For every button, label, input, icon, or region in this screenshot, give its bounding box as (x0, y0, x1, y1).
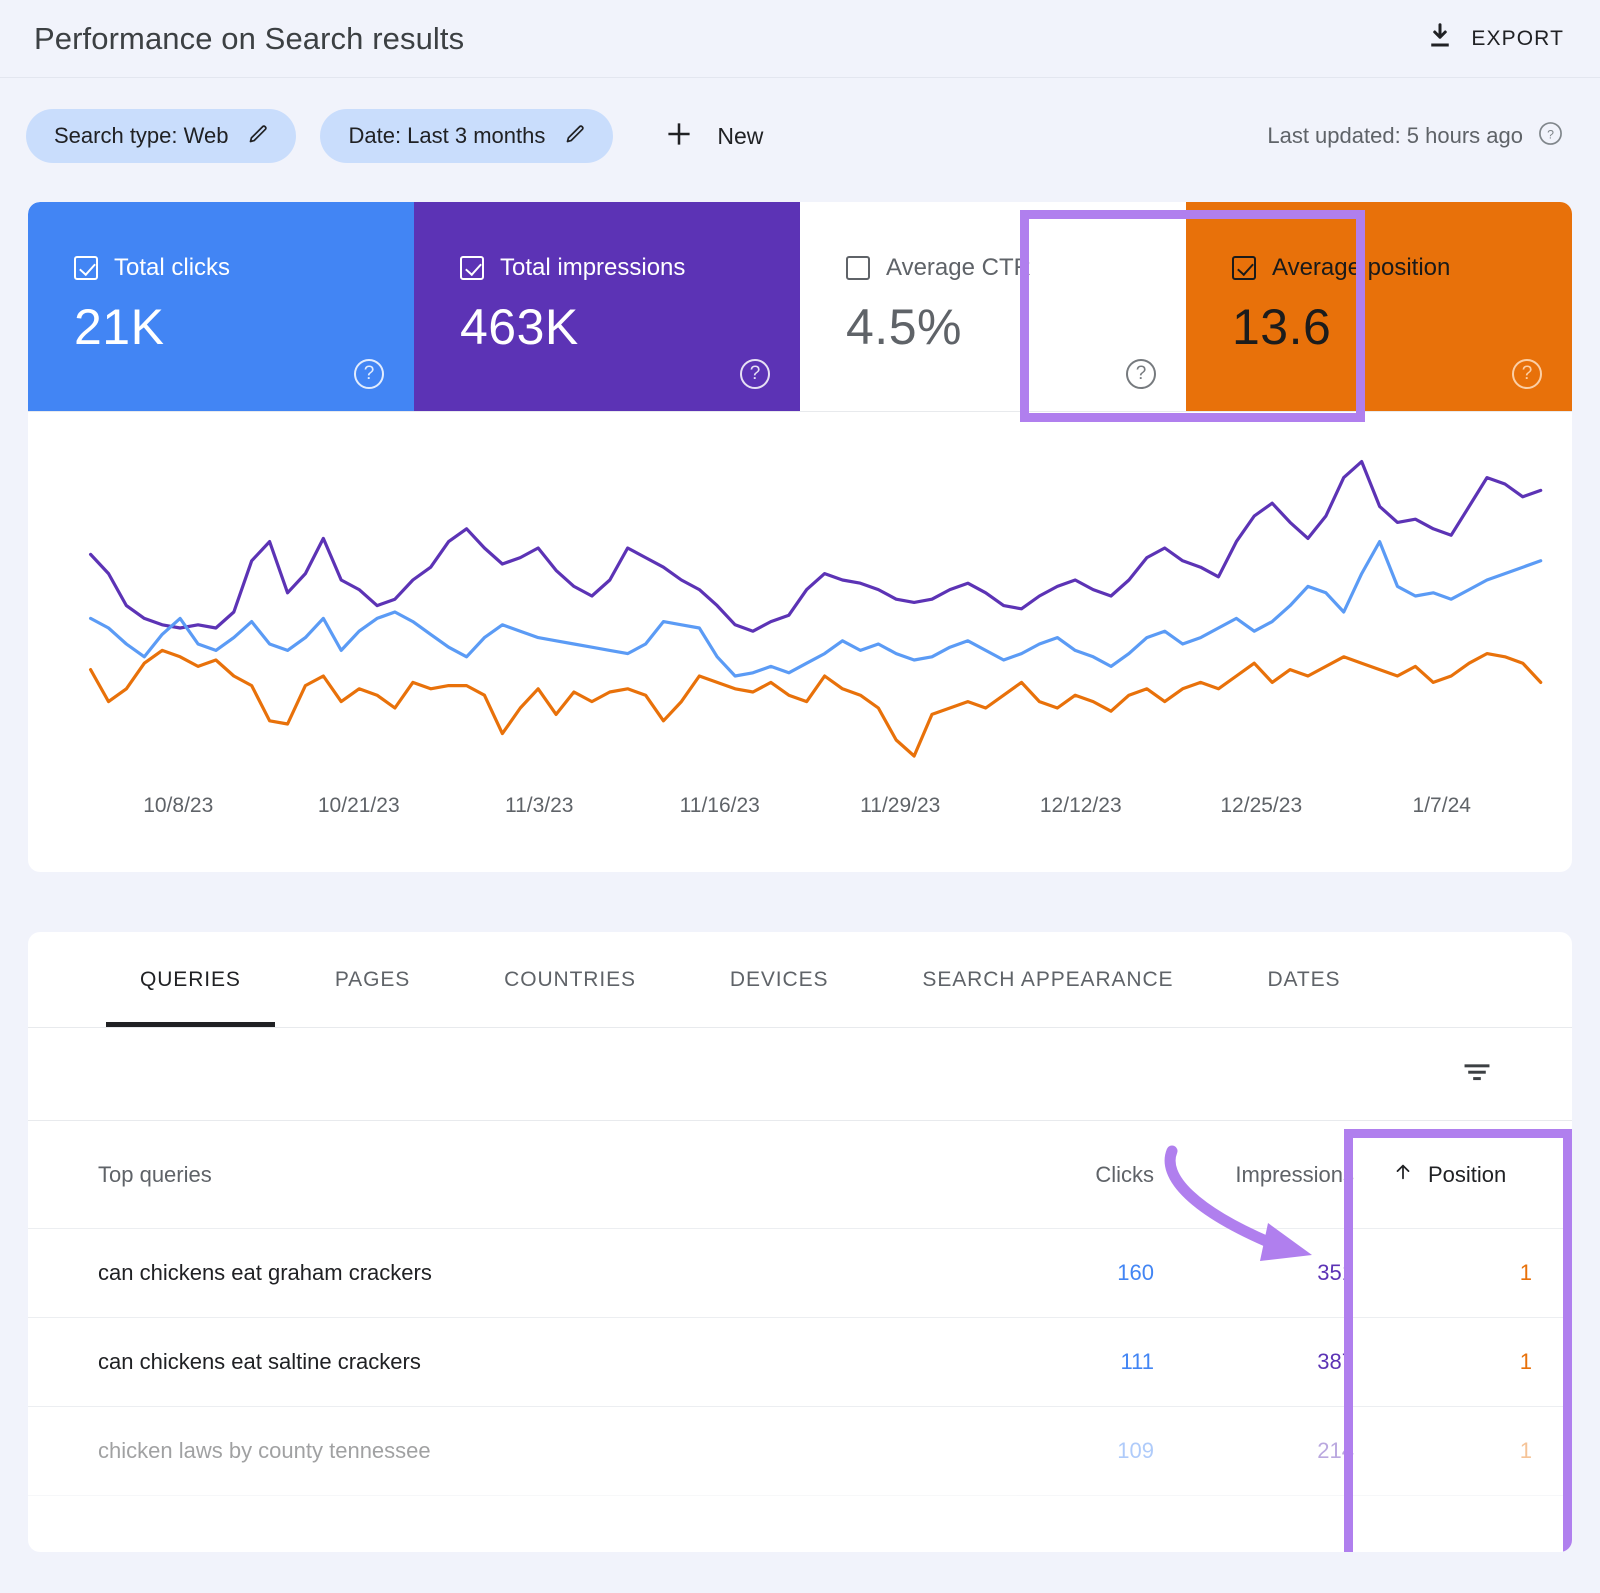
last-updated: Last updated: 5 hours ago ? (1267, 120, 1564, 153)
arrow-up-icon (1392, 1161, 1414, 1189)
table-header-row: Top queries Clicks Impressions Position (28, 1121, 1572, 1229)
cell-impressions: 351 (1154, 1260, 1354, 1286)
export-button[interactable]: EXPORT (1425, 21, 1564, 56)
tab-queries[interactable]: QUERIES (132, 932, 249, 1027)
filter-chip-date[interactable]: Date: Last 3 months (320, 109, 613, 163)
pencil-icon (563, 122, 587, 151)
help-circle-icon[interactable]: ? (1537, 120, 1564, 153)
download-icon (1425, 21, 1455, 56)
metric-value: 463K (460, 298, 800, 356)
cell-impressions: 387 (1154, 1349, 1354, 1375)
metric-card-average-ctr[interactable]: Average CTR 4.5% ? (800, 202, 1186, 411)
cell-clicks: 109 (954, 1438, 1154, 1464)
help-circle-icon[interactable]: ? (354, 359, 384, 389)
svg-text:?: ? (1547, 127, 1554, 141)
cell-query: chicken laws by county tennessee (98, 1438, 954, 1464)
tab-devices[interactable]: DEVICES (722, 932, 837, 1027)
cell-impressions: 214 (1154, 1438, 1354, 1464)
help-circle-icon[interactable]: ? (740, 359, 770, 389)
page-title: Performance on Search results (34, 21, 464, 57)
cell-position: 1 (1354, 1349, 1572, 1375)
metric-card-average-position[interactable]: Average position 13.6 ? (1186, 202, 1572, 411)
page-header: Performance on Search results EXPORT (0, 0, 1600, 78)
filter-list-icon[interactable] (1460, 1055, 1494, 1094)
metric-cards: Total clicks 21K ? Total impressions 463… (28, 202, 1572, 412)
column-header-clicks[interactable]: Clicks (954, 1162, 1154, 1188)
metric-label: Total clicks (114, 254, 230, 282)
cell-position: 1 (1354, 1438, 1572, 1464)
dimension-table-card: QUERIES PAGES COUNTRIES DEVICES SEARCH APPEA… (28, 932, 1572, 1552)
metric-value: 4.5% (846, 298, 1186, 356)
table-row[interactable]: chicken laws by county tennessee1092141 (28, 1407, 1572, 1496)
table-toolbar (28, 1028, 1572, 1121)
cell-query: can chickens eat saltine crackers (98, 1349, 954, 1375)
performance-line-chart (28, 412, 1572, 812)
pencil-icon (246, 122, 270, 151)
column-header-impressions[interactable]: Impressions (1154, 1162, 1354, 1188)
metric-value: 21K (74, 298, 414, 356)
metric-checkbox[interactable] (1232, 256, 1256, 280)
new-filter-button[interactable]: New (663, 118, 763, 155)
table-row[interactable]: can chickens eat graham crackers1603511 (28, 1229, 1572, 1318)
chart-series-line (91, 650, 1541, 756)
metric-checkbox[interactable] (74, 256, 98, 280)
export-label: EXPORT (1471, 27, 1564, 51)
metric-label: Average CTR (886, 254, 1031, 282)
cell-clicks: 111 (954, 1349, 1154, 1375)
metric-card-total-clicks[interactable]: Total clicks 21K ? (28, 202, 414, 411)
tab-pages[interactable]: PAGES (327, 932, 418, 1027)
column-header-position[interactable]: Position (1354, 1161, 1572, 1189)
dimension-tabs: QUERIES PAGES COUNTRIES DEVICES SEARCH APPEA… (28, 932, 1572, 1028)
cell-position: 1 (1354, 1260, 1572, 1286)
metric-checkbox[interactable] (460, 256, 484, 280)
tab-dates[interactable]: DATES (1259, 932, 1348, 1027)
column-header-top-queries[interactable]: Top queries (98, 1162, 954, 1188)
metric-label: Average position (1272, 254, 1450, 282)
last-updated-label: Last updated: 5 hours ago (1267, 123, 1523, 149)
new-filter-label: New (717, 123, 763, 150)
tab-search-appearance[interactable]: SEARCH APPEARANCE (914, 932, 1181, 1027)
column-header-position-label: Position (1428, 1162, 1506, 1188)
table-body: can chickens eat graham crackers1603511c… (28, 1229, 1572, 1496)
filter-chip-label: Search type: Web (54, 123, 228, 149)
chart-series-line (91, 542, 1541, 676)
plus-icon (663, 118, 695, 155)
metric-card-total-impressions[interactable]: Total impressions 463K ? (414, 202, 800, 411)
filter-chip-label: Date: Last 3 months (348, 123, 545, 149)
metric-value: 13.6 (1232, 298, 1572, 356)
table-row[interactable]: can chickens eat saltine crackers1113871 (28, 1318, 1572, 1407)
performance-chart-card: Total clicks 21K ? Total impressions 463… (28, 202, 1572, 872)
tab-countries[interactable]: COUNTRIES (496, 932, 644, 1027)
help-circle-icon[interactable]: ? (1512, 359, 1542, 389)
filter-bar: Search type: Web Date: Last 3 months New… (0, 78, 1600, 194)
filter-chip-search-type[interactable]: Search type: Web (26, 109, 296, 163)
cell-clicks: 160 (954, 1260, 1154, 1286)
metric-label: Total impressions (500, 254, 685, 282)
cell-query: can chickens eat graham crackers (98, 1260, 954, 1286)
help-circle-icon[interactable]: ? (1126, 359, 1156, 389)
chart-series-line (91, 462, 1541, 632)
metric-checkbox[interactable] (846, 256, 870, 280)
